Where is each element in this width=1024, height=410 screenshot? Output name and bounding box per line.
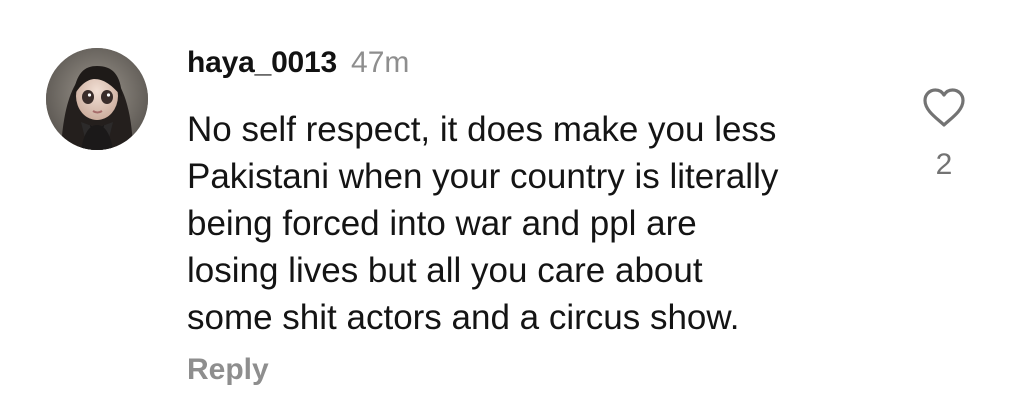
avatar[interactable]: [46, 48, 148, 150]
comment-text: No self respect, it does make you less P…: [187, 110, 779, 337]
comment-item: haya_0013 47m No self respect, it does ma…: [0, 0, 1024, 410]
profile-avatar-image: [46, 48, 148, 150]
comment-timestamp: 47m: [351, 46, 410, 79]
comment-header: haya_0013 47m: [187, 46, 409, 86]
reply-button[interactable]: Reply: [187, 353, 269, 387]
heart-outline-icon: [923, 88, 965, 127]
like-button[interactable]: [920, 86, 968, 130]
like-count: 2: [935, 148, 953, 181]
username[interactable]: haya_0013: [187, 46, 337, 79]
